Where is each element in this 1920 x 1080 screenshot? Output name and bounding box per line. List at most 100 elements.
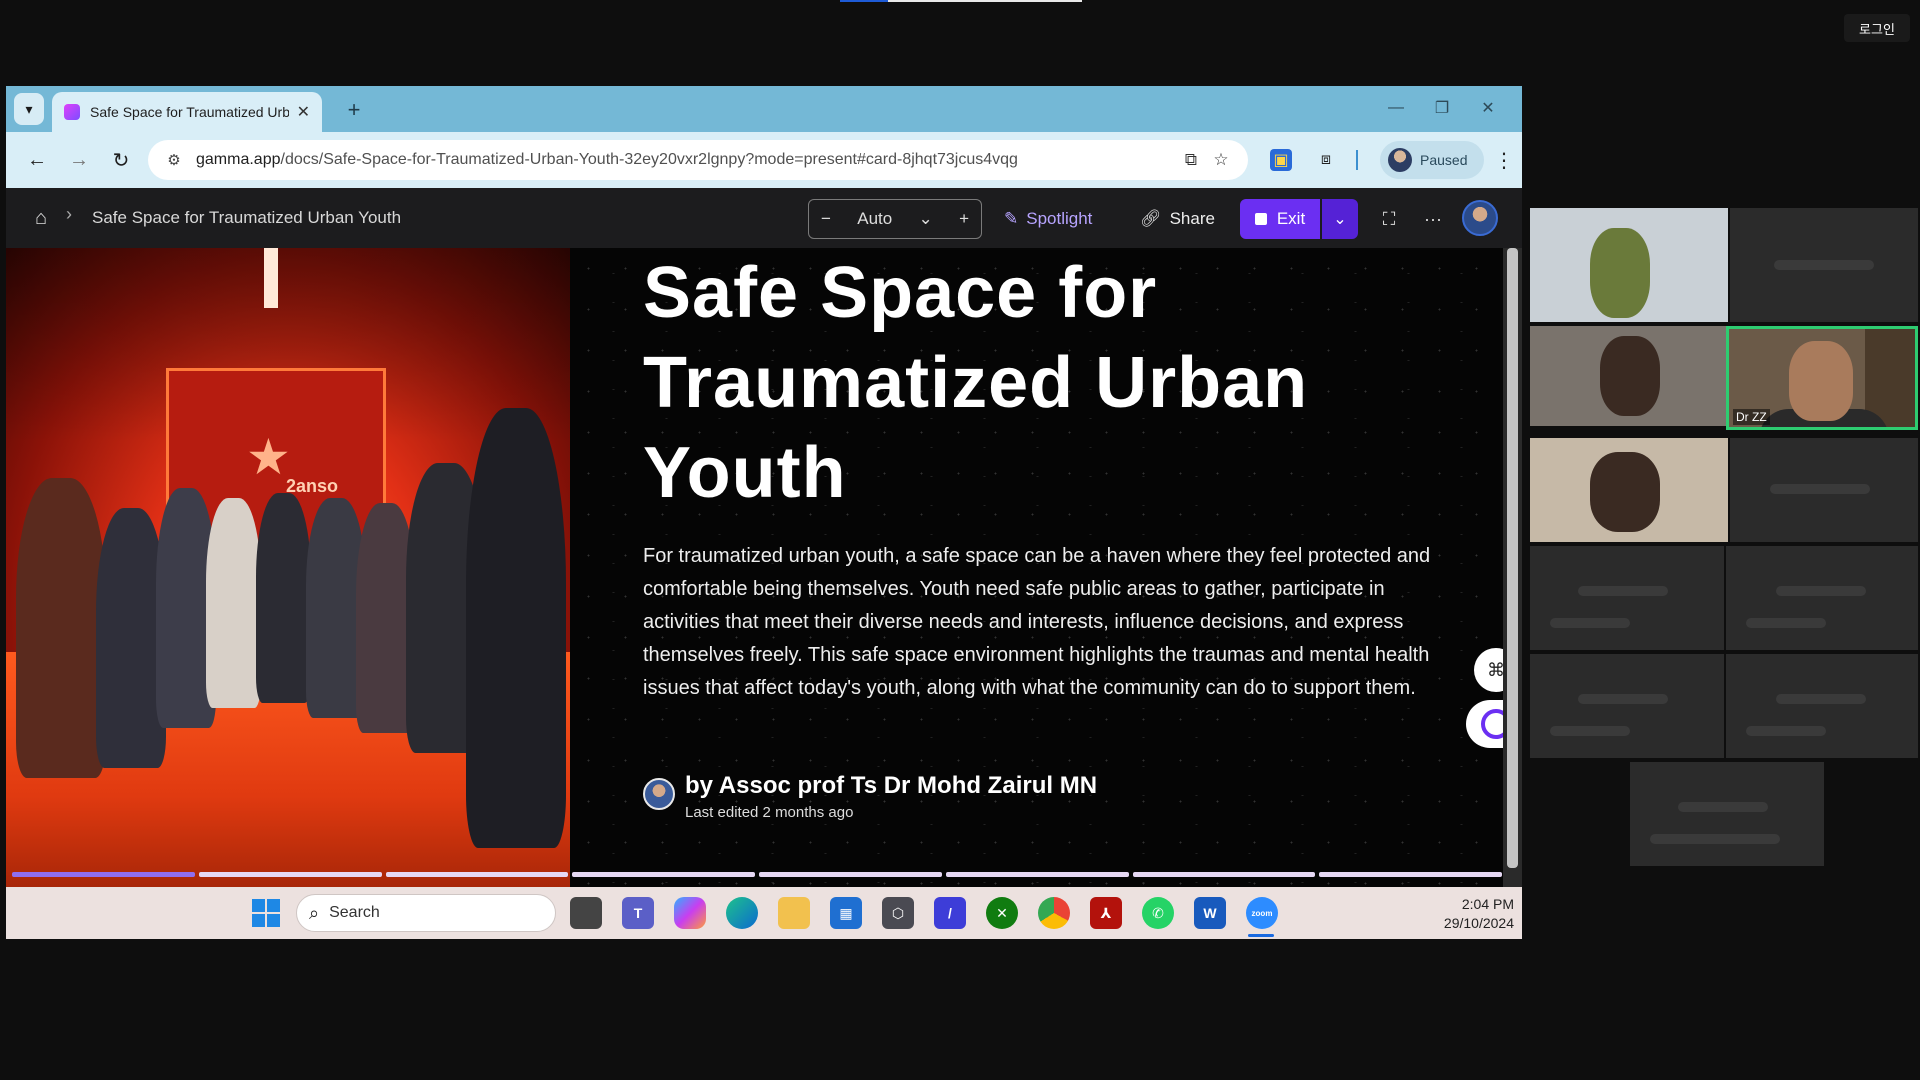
url-text: gamma.app/docs/Safe-Space-for-Traumatize…: [196, 151, 1018, 168]
spotlight-button[interactable]: ✎ Spotlight: [1004, 199, 1092, 239]
progress-segment[interactable]: [12, 872, 195, 877]
breadcrumb-doc-title[interactable]: Safe Space for Traumatized Urban Youth: [92, 208, 401, 228]
breadcrumb-chevron-icon: ›: [66, 204, 72, 224]
toolbar-divider: [1356, 150, 1358, 170]
presentation-slide: ★ 2anso Safe Space for Traumatized Urban…: [6, 248, 1503, 892]
login-button[interactable]: 로그인: [1844, 14, 1910, 42]
word-icon[interactable]: W: [1194, 897, 1226, 929]
close-window-button[interactable]: ✕: [1468, 94, 1508, 122]
install-app-icon[interactable]: ⧉: [1176, 150, 1206, 170]
shared-screen: ▾ Safe Space for Traumatized Urb ✕ + — ❐…: [6, 86, 1522, 939]
participant-tile-11[interactable]: [1630, 762, 1824, 866]
participant-tile-3[interactable]: [1530, 326, 1728, 426]
ai-eye-icon: [1481, 709, 1503, 739]
participant-tile-5[interactable]: [1530, 438, 1728, 542]
browser-toolbar: ← → ↻ ⚙ gamma.app/docs/Safe-Space-for-Tr…: [6, 132, 1522, 188]
progress-segment[interactable]: [572, 872, 755, 877]
share-button[interactable]: 🔗︎ Share: [1140, 199, 1215, 239]
forward-button[interactable]: →: [64, 145, 94, 175]
participant-tile-8[interactable]: [1726, 546, 1918, 650]
slide-body-text: For traumatized urban youth, a safe spac…: [643, 545, 1431, 699]
spotlight-wand-icon: ✎: [1004, 209, 1019, 228]
home-icon[interactable]: ⌂: [26, 204, 56, 232]
reload-button[interactable]: ↻: [106, 145, 136, 175]
slide-image-wall-text: 2anso: [286, 476, 339, 496]
browser-tab-bar: ▾ Safe Space for Traumatized Urb ✕ + — ❐…: [6, 86, 1522, 132]
slide-title: Safe Space for Traumatized Urban Youth: [643, 253, 1309, 513]
tab-search-button[interactable]: ▾: [14, 93, 44, 125]
search-icon: ⌕: [309, 902, 320, 923]
slide-hero-image: ★ 2anso: [6, 248, 570, 892]
slide-progress-bar: [12, 872, 1502, 877]
participant-tile-6[interactable]: [1730, 438, 1918, 542]
progress-segment[interactable]: [385, 872, 569, 877]
chevron-down-icon[interactable]: ⌄: [919, 209, 933, 229]
progress-segment[interactable]: [1319, 872, 1502, 877]
clock-date[interactable]: 29/10/2024: [1424, 915, 1514, 931]
acrobat-icon[interactable]: ⅄: [1090, 897, 1122, 929]
zoom-out-button[interactable]: −: [821, 209, 831, 229]
profile-status: Paused: [1420, 152, 1468, 168]
slide-scrollbar[interactable]: [1503, 248, 1522, 892]
screen-share-indicator: [840, 0, 1082, 2]
task-view-icon[interactable]: [570, 897, 602, 929]
chevron-down-icon: ⌄: [1333, 211, 1347, 228]
participant-tile-9[interactable]: [1530, 654, 1724, 758]
participant-tile-7[interactable]: [1530, 546, 1724, 650]
windows-taskbar: ⌕ Search T ▦ ⬡ / ✕ ⅄ ✆ W zoom 2:04 PM 29…: [6, 887, 1522, 939]
editor-icon[interactable]: /: [934, 897, 966, 929]
exit-options-button[interactable]: ⌄: [1322, 199, 1358, 239]
whatsapp-icon[interactable]: ✆: [1142, 897, 1174, 929]
site-info-icon[interactable]: ⚙: [160, 146, 188, 174]
teams-icon[interactable]: T: [622, 897, 654, 929]
minimize-button[interactable]: —: [1376, 94, 1416, 122]
close-tab-icon[interactable]: ✕: [297, 102, 310, 122]
user-avatar[interactable]: [1462, 200, 1498, 236]
back-button[interactable]: ←: [22, 145, 52, 175]
chrome-icon[interactable]: [1038, 897, 1070, 929]
exit-present-button[interactable]: Exit: [1240, 199, 1320, 239]
active-app-indicator: [1248, 934, 1274, 937]
gamma-favicon-icon: [64, 104, 80, 120]
taskbar-search[interactable]: ⌕ Search: [296, 894, 556, 932]
microsoft-store-icon[interactable]: ▦: [830, 897, 862, 929]
xbox-icon[interactable]: ✕: [986, 897, 1018, 929]
participant-tile-1[interactable]: [1530, 208, 1728, 322]
app-cube-icon[interactable]: ⬡: [882, 897, 914, 929]
browser-tab-active[interactable]: Safe Space for Traumatized Urb ✕: [52, 92, 322, 132]
clock-time[interactable]: 2:04 PM: [1444, 896, 1514, 912]
restore-button[interactable]: ❐: [1422, 94, 1462, 122]
address-bar[interactable]: ⚙ gamma.app/docs/Safe-Space-for-Traumati…: [148, 140, 1248, 180]
progress-segment[interactable]: [759, 872, 942, 877]
author-name: by Assoc prof Ts Dr Mohd Zairul MN: [685, 772, 1098, 799]
bookmark-star-icon[interactable]: ☆: [1206, 150, 1236, 170]
link-icon: 🔗︎: [1140, 209, 1162, 228]
copilot-icon[interactable]: [674, 897, 706, 929]
participant-tile-2[interactable]: [1730, 208, 1918, 322]
last-edited-text: Last edited 2 months ago: [685, 804, 854, 821]
windows-start-icon[interactable]: [252, 899, 280, 927]
profile-button[interactable]: Paused: [1380, 141, 1484, 179]
progress-segment[interactable]: [945, 872, 1129, 877]
zoom-icon[interactable]: zoom: [1246, 897, 1278, 929]
gamma-app-bar: ⌂ › Safe Space for Traumatized Urban You…: [6, 188, 1522, 248]
participant-tile-10[interactable]: [1726, 654, 1918, 758]
more-options-icon[interactable]: ···: [1418, 204, 1448, 234]
participant-name-label: Dr ZZ: [1733, 409, 1770, 425]
file-explorer-icon[interactable]: [778, 897, 810, 929]
chevron-down-icon: ▾: [25, 100, 33, 117]
zoom-control: − Auto ⌄ +: [808, 199, 982, 239]
edge-icon[interactable]: [726, 897, 758, 929]
participant-tile-active-speaker[interactable]: Dr ZZ: [1726, 326, 1918, 430]
progress-segment[interactable]: [198, 872, 382, 877]
author-avatar: [643, 778, 675, 810]
browser-menu-icon[interactable]: ⋮: [1490, 146, 1518, 174]
profile-avatar: [1388, 148, 1412, 172]
extension-icon[interactable]: ▣: [1270, 149, 1292, 171]
fullscreen-icon[interactable]: ⛶: [1374, 204, 1404, 234]
new-tab-button[interactable]: +: [340, 96, 368, 124]
extensions-puzzle-icon[interactable]: ⧈: [1312, 146, 1340, 174]
zoom-in-button[interactable]: +: [959, 209, 969, 229]
zoom-value[interactable]: Auto: [857, 209, 892, 229]
progress-segment[interactable]: [1132, 872, 1316, 877]
